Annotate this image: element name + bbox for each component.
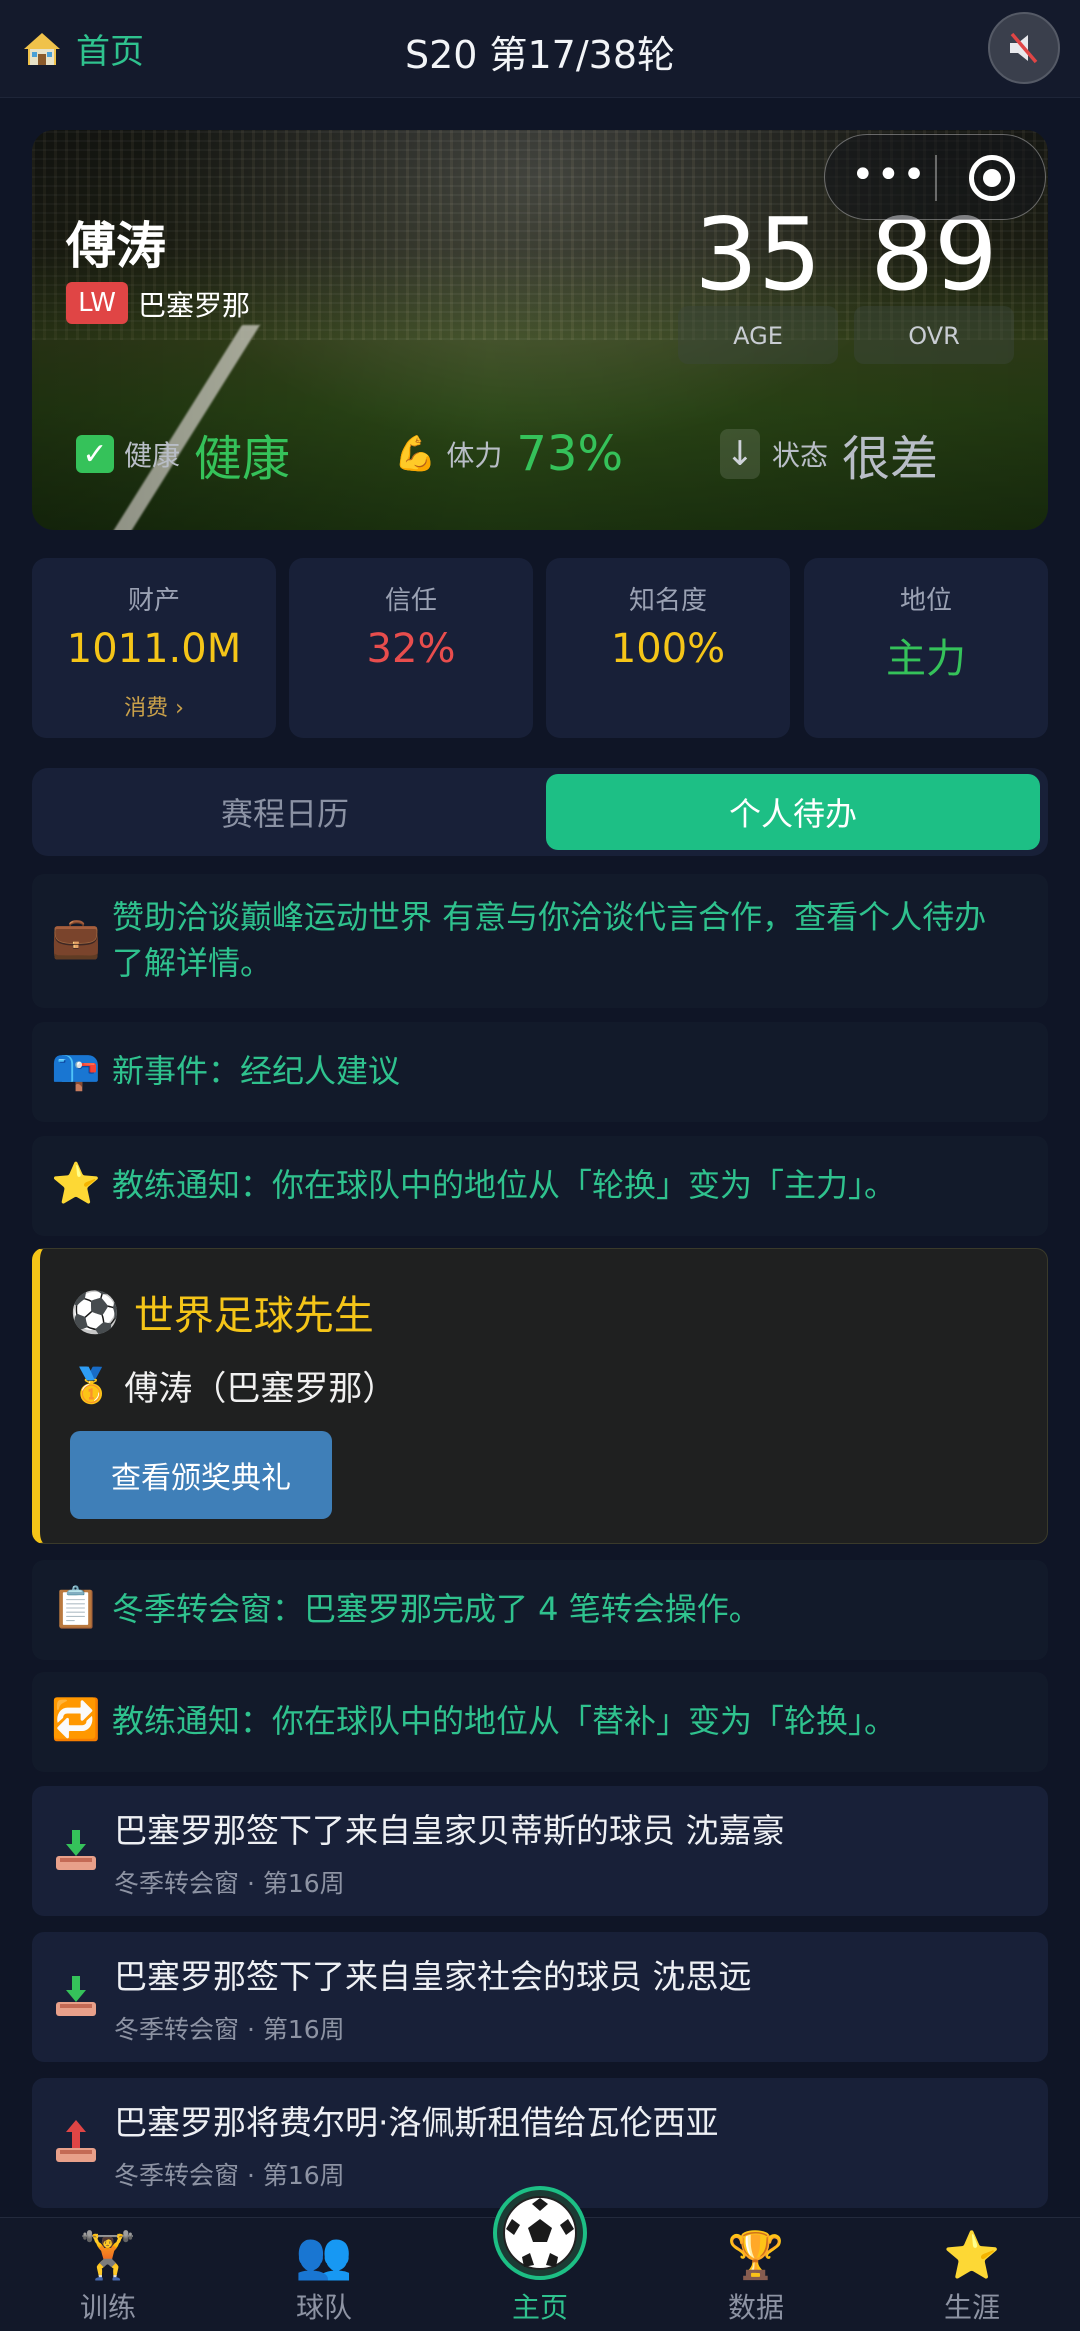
status-value: 主力 — [886, 636, 966, 682]
star-icon: ⭐ — [943, 2228, 1001, 2282]
ovr-label: OVR — [908, 322, 960, 350]
news-meta: 冬季转会窗 · 第16周 — [114, 2015, 345, 2044]
list-item[interactable]: ⭐ 教练通知：你在球队中的地位从「轮换」变为「主力」。 — [32, 1136, 1048, 1236]
trust-value: 32% — [366, 626, 456, 672]
nav-label: 球队 — [295, 2291, 352, 2324]
weightlifter-icon: 🏋 — [79, 2228, 137, 2282]
gold-medal-icon: 🥇 — [70, 1365, 113, 1406]
nav-label: 主页 — [511, 2291, 568, 2324]
age-label: AGE — [733, 322, 783, 350]
card-wealth[interactable]: 财产 1011.0M 消费 › — [32, 558, 276, 738]
news-meta: 冬季转会窗 · 第16周 — [114, 1869, 345, 1898]
star-icon: ⭐ — [51, 1161, 101, 1207]
status-title: 地位 — [899, 586, 952, 616]
form-status: ↓ 状态 很差 — [720, 414, 938, 494]
nav-data[interactable]: 🏆 数据 — [648, 2218, 864, 2331]
health-label: 健康 — [124, 439, 181, 472]
player-name: 傅涛 — [66, 217, 166, 275]
stamina-label: 体力 — [446, 439, 503, 472]
soccer-ball-icon — [503, 2196, 577, 2270]
soccer-ball-icon: ⚽ — [70, 1289, 120, 1336]
transfer-out-icon — [56, 2120, 96, 2162]
home-center-button[interactable] — [493, 2186, 587, 2280]
player-hero-card: 傅涛 LW 巴塞罗那 35 AGE 89 OVR ••• ✓ 健康 健康 💪 体… — [32, 130, 1048, 530]
clipboard-icon: 📋 — [51, 1585, 101, 1631]
list-item[interactable]: 🔁 教练通知：你在球队中的地位从「替补」变为「轮换」。 — [32, 1672, 1048, 1772]
fame-title: 知名度 — [628, 586, 707, 616]
age-stat: 35 AGE — [678, 200, 838, 364]
news-title: 巴塞罗那将费尔明·洛佩斯租借给瓦伦西亚 — [114, 2103, 719, 2142]
feed-text: 教练通知：你在球队中的地位从「轮换」变为「主力」。 — [112, 1166, 897, 1204]
mailbox-icon: 📪 — [51, 1047, 101, 1093]
card-trust: 信任 32% — [289, 558, 533, 738]
list-item[interactable]: 💼 赞助洽谈巅峰运动世界 有意与你洽谈代言合作，查看个人待办了解详情。 — [32, 874, 1048, 1008]
tab-todo[interactable]: 个人待办 — [546, 774, 1040, 850]
nav-team[interactable]: 👥 球队 — [216, 2218, 432, 2331]
view-ceremony-button[interactable]: 查看颁奖典礼 — [70, 1431, 332, 1519]
wealth-value: 1011.0M — [66, 626, 242, 672]
card-status: 地位 主力 — [804, 558, 1048, 738]
status-row: ✓ 健康 健康 💪 体力 73% ↓ 状态 很差 — [32, 414, 1048, 504]
age-value: 35 — [694, 196, 822, 313]
stamina-status: 💪 体力 73% — [394, 414, 623, 494]
feed-text: 赞助洽谈巅峰运动世界 有意与你洽谈代言合作，查看个人待办了解详情。 — [112, 898, 987, 982]
news-meta: 冬季转会窗 · 第16周 — [114, 2161, 345, 2190]
feed-text: 冬季转会窗：巴塞罗那完成了 4 笔转会操作。 — [112, 1590, 761, 1628]
fame-value: 100% — [610, 626, 726, 672]
team-icon: 👥 — [295, 2228, 353, 2282]
close-target-icon[interactable] — [969, 155, 1015, 201]
nav-training[interactable]: 🏋 训练 — [0, 2218, 216, 2331]
news-item[interactable]: 巴塞罗那签下了来自皇家贝蒂斯的球员 沈嘉豪 冬季转会窗 · 第16周 — [32, 1786, 1048, 1916]
list-item[interactable]: 📪 新事件：经纪人建议 — [32, 1022, 1048, 1122]
news-title: 巴塞罗那签下了来自皇家社会的球员 沈思远 — [114, 1957, 752, 1996]
transfer-in-icon — [56, 1830, 96, 1870]
award-card: ⚽ 世界足球先生 🥇 傅涛（巴塞罗那） 查看颁奖典礼 — [32, 1248, 1048, 1544]
list-item[interactable]: 📋 冬季转会窗：巴塞罗那完成了 4 笔转会操作。 — [32, 1560, 1048, 1660]
flexed-bicep-icon: 💪 — [394, 434, 437, 474]
news-item[interactable]: 巴塞罗那签下了来自皇家社会的球员 沈思远 冬季转会窗 · 第16周 — [32, 1932, 1048, 2062]
nav-label: 训练 — [79, 2291, 136, 2324]
form-value: 很差 — [842, 431, 939, 487]
check-icon: ✓ — [76, 435, 114, 473]
trophy-icon: 🏆 — [727, 2228, 785, 2282]
ovr-stat: 89 OVR — [854, 200, 1014, 364]
nav-label: 数据 — [727, 2291, 784, 2324]
spend-link[interactable]: 消费 › — [32, 690, 276, 722]
health-value: 健康 — [194, 431, 291, 487]
round-title: S20 第17/38轮 — [404, 33, 676, 77]
stamina-value: 73% — [516, 426, 624, 482]
health-status: ✓ 健康 健康 — [76, 414, 290, 494]
news-title: 巴塞罗那签下了来自皇家贝蒂斯的球员 沈嘉豪 — [114, 1811, 785, 1850]
team-name: 巴塞罗那 — [138, 289, 251, 322]
tab-calendar[interactable]: 赛程日历 — [38, 774, 532, 850]
nav-career[interactable]: ⭐ 生涯 — [864, 2218, 1080, 2331]
form-label: 状态 — [772, 439, 829, 472]
card-fame: 知名度 100% — [546, 558, 790, 738]
position-badge: LW — [66, 282, 128, 324]
speaker-muted-icon — [1010, 32, 1038, 64]
award-title: 世界足球先生 — [133, 1293, 374, 1339]
repeat-icon: 🔁 — [51, 1697, 101, 1743]
feed-text: 教练通知：你在球队中的地位从「替补」变为「轮换」。 — [112, 1702, 897, 1740]
briefcase-icon: 💼 — [51, 915, 101, 961]
feed-text: 新事件：经纪人建议 — [112, 1052, 401, 1090]
transfer-in-icon — [56, 1976, 96, 2016]
nav-label: 生涯 — [943, 2291, 1000, 2324]
wealth-title: 财产 — [127, 586, 180, 616]
stat-cards: 财产 1011.0M 消费 › 信任 32% 知名度 100% 地位 主力 — [32, 558, 1048, 738]
arrow-down-icon: ↓ — [720, 429, 760, 479]
trust-title: 信任 — [384, 586, 437, 616]
mute-button[interactable] — [988, 12, 1060, 84]
award-winner: 傅涛（巴塞罗那） — [124, 1369, 397, 1409]
miniprogram-capsule: ••• — [824, 134, 1046, 220]
more-menu-icon[interactable]: ••• — [851, 155, 928, 195]
top-bar: 首页 S20 第17/38轮 — [0, 0, 1080, 98]
tab-bar: 赛程日历 个人待办 — [32, 768, 1048, 856]
